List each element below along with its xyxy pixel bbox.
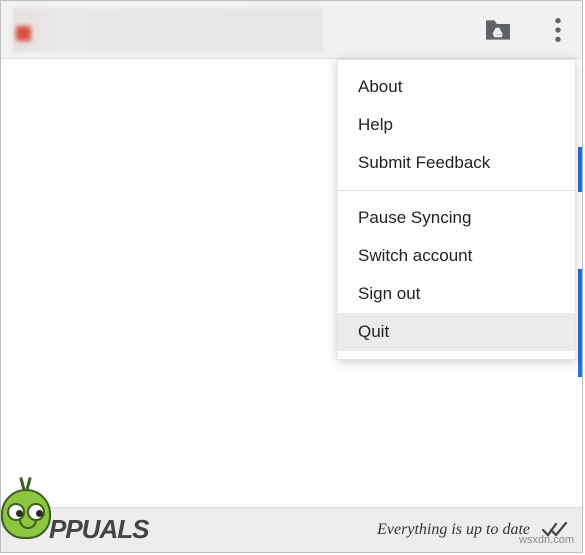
menu-section-info: About Help Submit Feedback [338, 60, 575, 190]
more-menu-button[interactable] [546, 14, 570, 46]
drive-folder-icon[interactable] [482, 14, 514, 46]
sync-status-text: Everything is up to date [377, 521, 530, 539]
menu-item-pause-syncing[interactable]: Pause Syncing [338, 199, 575, 237]
menu-item-sign-out[interactable]: Sign out [338, 275, 575, 313]
menu-item-help[interactable]: Help [338, 106, 575, 144]
menu-item-about[interactable]: About [338, 68, 575, 106]
brand-text: PPUALS [49, 514, 148, 545]
edge-decoration [578, 269, 582, 377]
content-area: About Help Submit Feedback Pause Syncing… [1, 59, 582, 509]
menu-section-account: Pause Syncing Switch account Sign out Qu… [338, 191, 575, 359]
menu-item-feedback[interactable]: Submit Feedback [338, 144, 575, 182]
watermark-url: wsxdn.com [519, 534, 574, 546]
header-actions [482, 14, 570, 46]
edge-decoration [578, 147, 582, 192]
header-bar [1, 1, 582, 59]
app-window: About Help Submit Feedback Pause Syncing… [0, 0, 583, 553]
mascot-icon [1, 477, 53, 552]
account-info-blurred [13, 8, 323, 52]
menu-item-quit[interactable]: Quit [338, 313, 575, 351]
watermark-logo: PPUALS [1, 477, 171, 552]
menu-item-switch-account[interactable]: Switch account [338, 237, 575, 275]
settings-dropdown-menu: About Help Submit Feedback Pause Syncing… [337, 59, 576, 360]
